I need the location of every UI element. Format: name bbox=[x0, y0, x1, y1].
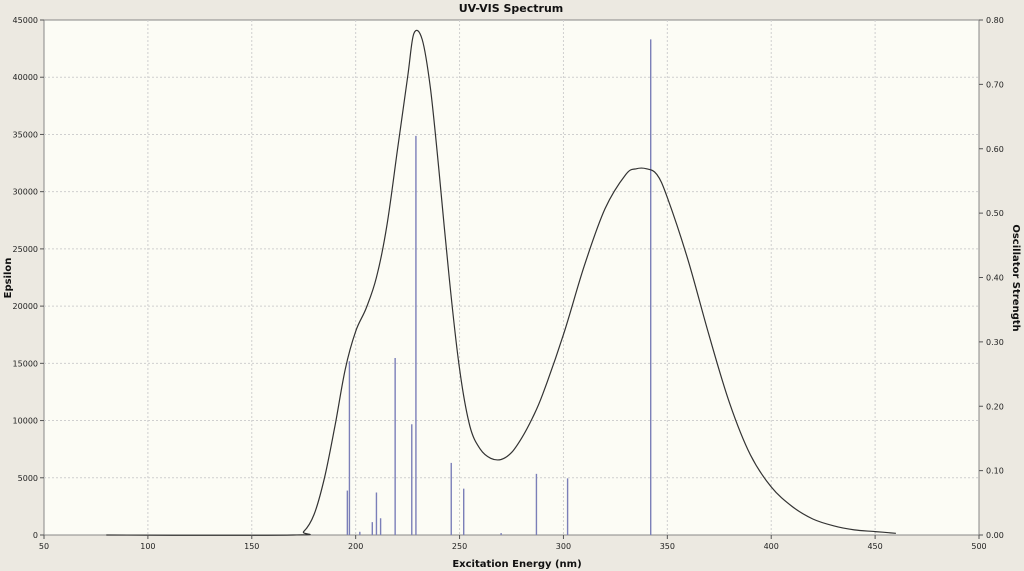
x-tick-label: 150 bbox=[244, 542, 259, 551]
x-tick-label: 50 bbox=[39, 542, 49, 551]
y2-tick-label: 0.80 bbox=[986, 16, 1004, 25]
x-tick-label: 300 bbox=[556, 542, 571, 551]
y-tick-label: 15000 bbox=[13, 359, 38, 368]
y2-tick-label: 0.40 bbox=[986, 274, 1004, 283]
y2-axis-label: Oscillator Strength bbox=[1010, 224, 1021, 331]
y-tick-label: 45000 bbox=[13, 16, 38, 25]
y-tick-label: 20000 bbox=[13, 302, 38, 311]
y2-tick-label: 0.20 bbox=[986, 402, 1004, 411]
y2-tick-label: 0.60 bbox=[986, 145, 1004, 154]
y2-tick-label: 0.70 bbox=[986, 80, 1004, 89]
y-axis-label: Epsilon bbox=[3, 258, 14, 299]
uv-vis-chart: 50 100 150 200 250 300 350 400 450 50005000100001… bbox=[3, 2, 1021, 570]
y-tick-label: 5000 bbox=[18, 474, 38, 483]
y-tick-label: 35000 bbox=[13, 130, 38, 139]
x-tick-label: 100 bbox=[140, 542, 155, 551]
y-tick-label: 40000 bbox=[13, 73, 38, 82]
y2-tick-label: 0.50 bbox=[986, 209, 1004, 218]
y-tick-label: 25000 bbox=[13, 245, 38, 254]
x-axis-label: Excitation Energy (nm) bbox=[452, 559, 581, 570]
x-tick-label: 250 bbox=[452, 542, 467, 551]
x-tick-label: 200 bbox=[348, 542, 363, 551]
y-tick-label: 0 bbox=[33, 531, 38, 540]
y-tick-label: 30000 bbox=[13, 188, 38, 197]
x-tick-label: 350 bbox=[660, 542, 675, 551]
y2-tick-label: 0.00 bbox=[986, 531, 1004, 540]
plot-area bbox=[43, 19, 980, 536]
x-tick-label: 400 bbox=[764, 542, 779, 551]
y2-tick-label: 0.10 bbox=[986, 467, 1004, 476]
y2-tick-label: 0.30 bbox=[986, 338, 1004, 347]
chart-title: UV-VIS Spectrum bbox=[459, 2, 564, 15]
y-tick-label: 10000 bbox=[13, 417, 38, 426]
x-tick-label: 450 bbox=[867, 542, 882, 551]
x-tick-label: 500 bbox=[971, 542, 986, 551]
